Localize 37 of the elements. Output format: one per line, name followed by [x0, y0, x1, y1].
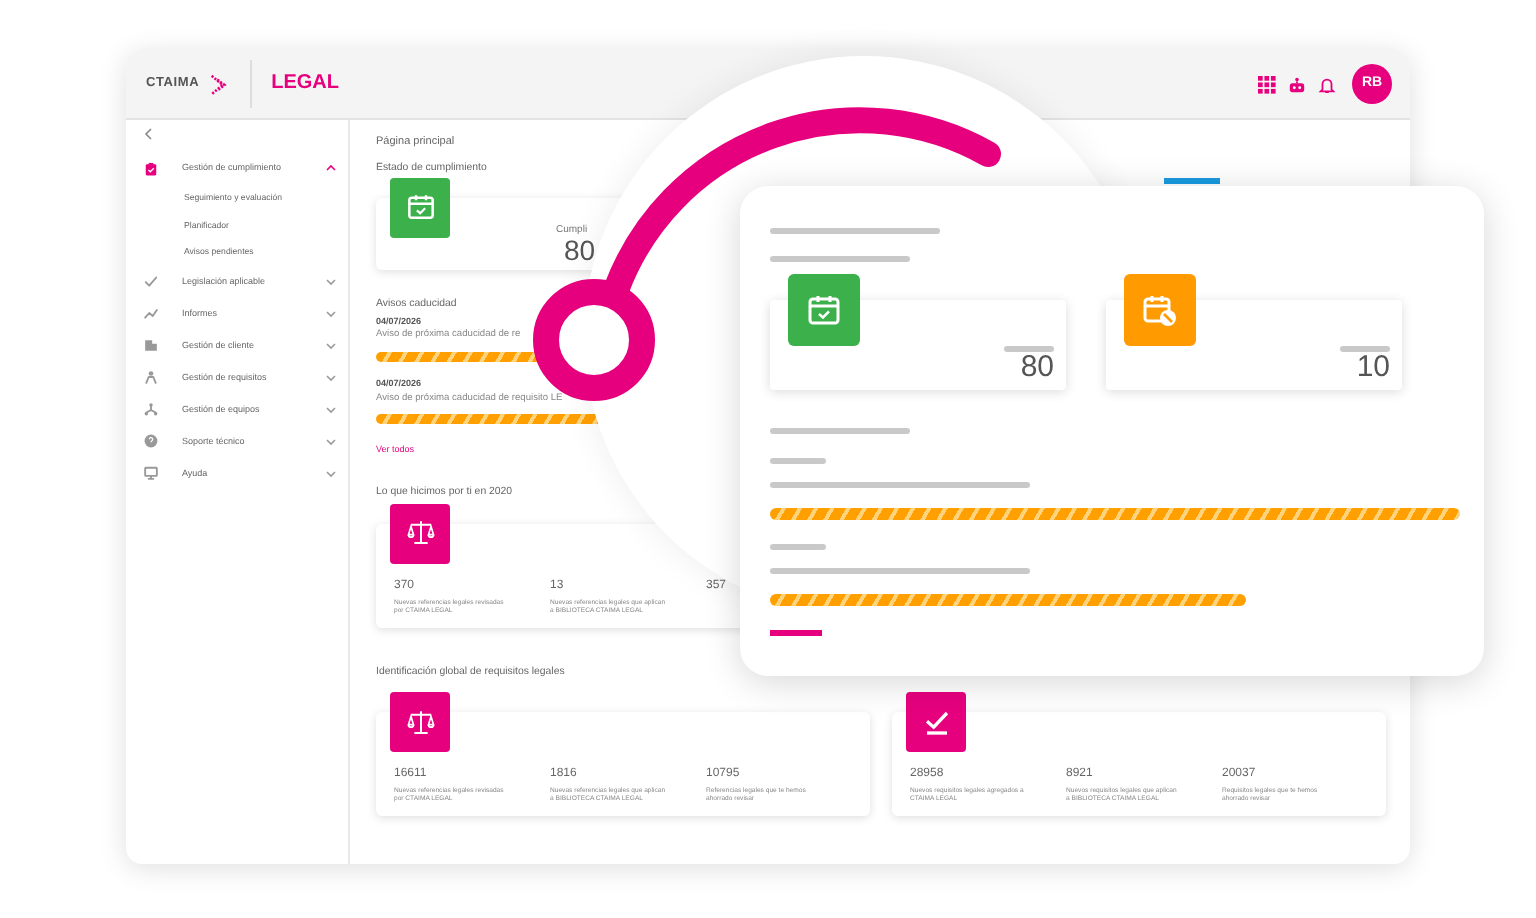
link-placeholder [770, 630, 822, 636]
monitor-icon [144, 466, 158, 480]
chevron-down-icon [326, 341, 336, 349]
scale-icon [405, 707, 435, 737]
skeleton-line [770, 428, 910, 434]
stat-value: 80 [1020, 351, 1054, 384]
help-circle-icon [144, 434, 158, 448]
skeleton-line [770, 256, 910, 262]
stat-value: 80 [564, 235, 596, 264]
trend-line-icon [144, 306, 158, 320]
chevron-logo-icon [207, 73, 230, 95]
checkmark-icon [144, 274, 158, 288]
chevron-down-icon [326, 277, 336, 285]
product-name: LEGAL [271, 72, 339, 96]
chevron-down-icon [326, 405, 336, 413]
apps-grid-icon[interactable] [1258, 75, 1276, 93]
skeleton-line [1340, 345, 1390, 351]
notification-bell-icon[interactable] [1318, 75, 1336, 93]
chevron-down-icon [326, 437, 336, 445]
check-icon [921, 707, 951, 737]
chevron-down-icon [326, 469, 336, 477]
skeleton-line [770, 544, 826, 550]
hierarchy-icon [144, 402, 158, 416]
clipboard-check-icon [144, 161, 158, 175]
skeleton-line [1004, 345, 1054, 351]
calendar-check-icon [405, 192, 435, 223]
robot-icon[interactable] [1288, 75, 1306, 93]
chevron-up-icon [326, 164, 336, 172]
tab-indicator [1164, 178, 1220, 184]
building-icon [144, 338, 158, 352]
chevron-down-icon [326, 373, 336, 381]
stat-value: 10 [1356, 351, 1390, 384]
skeleton-line [770, 458, 826, 464]
scale-icon [405, 518, 435, 549]
chevron-down-icon [326, 309, 336, 317]
collapse-icon[interactable] [144, 128, 152, 140]
calendar-check-icon [806, 292, 842, 328]
